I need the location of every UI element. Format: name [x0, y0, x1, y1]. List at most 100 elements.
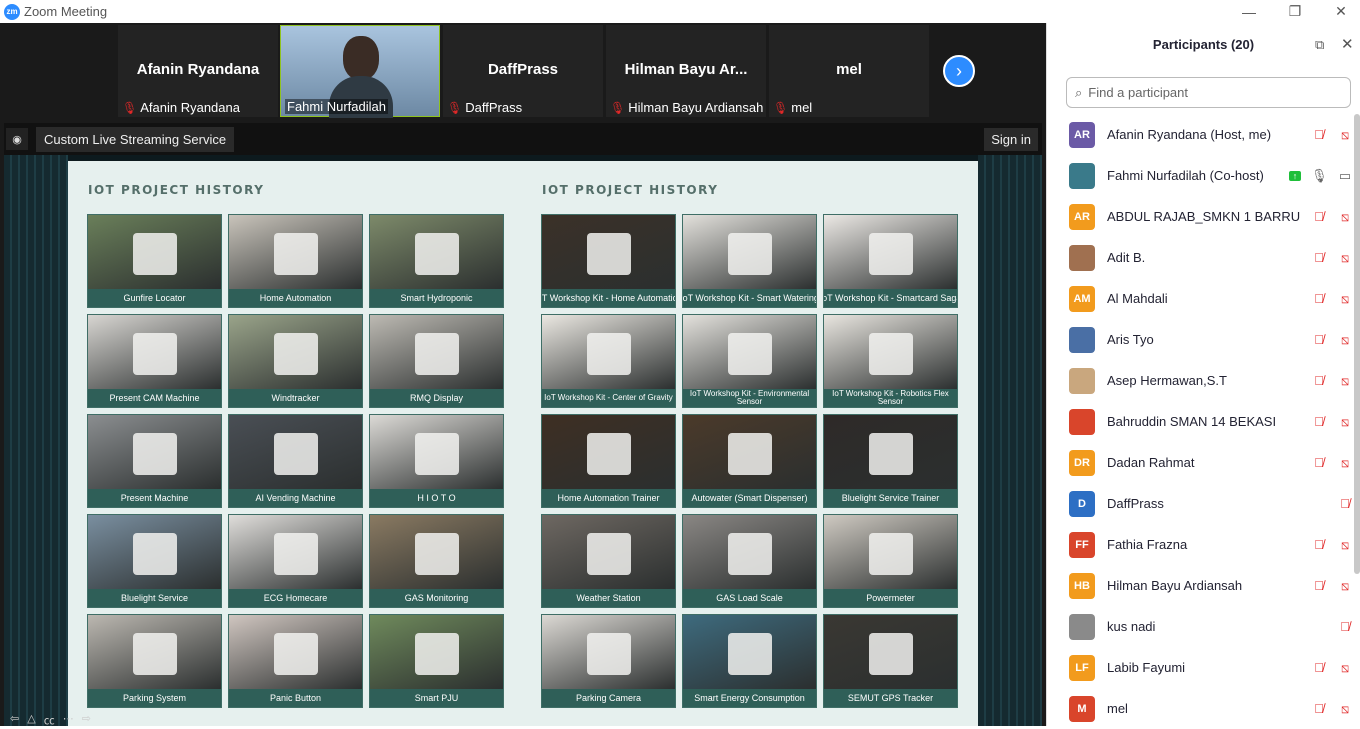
video-off-icon[interactable]: ⧅	[1337, 127, 1353, 143]
video-tile[interactable]: Hilman Bayu Ar... 🎙 Hilman Bayu Ardiansah	[606, 25, 766, 117]
sign-in-button[interactable]: Sign in	[984, 128, 1038, 151]
project-card: H I O T O	[369, 414, 504, 508]
video-off-icon[interactable]: ⧅	[1337, 332, 1353, 348]
participant-row[interactable]: DR Dadan Rahmat 🎙̸ ⧅	[1047, 442, 1353, 483]
muted-mic-icon[interactable]: 🎙̸	[1311, 291, 1327, 306]
participant-status: 🎙̸ ⧅	[1311, 701, 1353, 717]
video-off-icon[interactable]: ⧅	[1337, 537, 1353, 553]
more-icon[interactable]: ⋯	[63, 712, 74, 726]
muted-mic-icon[interactable]: 🎙̸	[1311, 250, 1327, 265]
project-caption: IoT Workshop Kit - Smartcard Saga	[824, 289, 957, 307]
scrollbar[interactable]	[1354, 114, 1360, 574]
participant-name: ABDUL RAJAB_SMKN 1 BARRU	[1107, 209, 1301, 224]
video-off-icon[interactable]: ⧅	[1337, 373, 1353, 389]
project-card: IoT Workshop Kit - Robotics Flex Sensor	[823, 314, 958, 408]
muted-mic-icon[interactable]: 🎙̸	[1311, 332, 1327, 347]
project-caption: Autowater (Smart Dispenser)	[683, 489, 816, 507]
video-off-icon[interactable]: ⧅	[1337, 250, 1353, 266]
participant-status: ↑ 🎙 ▭	[1289, 168, 1353, 184]
muted-mic-icon[interactable]: 🎙̸	[1311, 455, 1327, 470]
project-caption: H I O T O	[370, 489, 503, 507]
video-off-icon[interactable]: ⧅	[1337, 414, 1353, 430]
participant-row[interactable]: FF Fathia Frazna 🎙̸ ⧅	[1047, 524, 1353, 565]
participant-status: 🎙̸ ⧅	[1311, 660, 1353, 676]
device-shape	[133, 533, 177, 575]
video-off-icon[interactable]: ⧅	[1337, 660, 1353, 676]
restore-button[interactable]: ❐	[1272, 0, 1318, 23]
participant-row[interactable]: LF Labib Fayumi 🎙̸ ⧅	[1047, 647, 1353, 688]
participant-row[interactable]: Adit B. 🎙̸ ⧅	[1047, 237, 1353, 278]
video-off-icon[interactable]: ⧅	[1337, 578, 1353, 594]
participant-row[interactable]: D DaffPrass 🎙̸	[1047, 483, 1353, 524]
muted-mic-icon[interactable]: 🎙̸	[1311, 127, 1327, 142]
project-photo	[88, 215, 221, 289]
project-caption: Smart Energy Consumption	[683, 689, 816, 707]
participant-row[interactable]: HB Hilman Bayu Ardiansah 🎙̸ ⧅	[1047, 565, 1353, 606]
video-tile[interactable]: Fahmi Nurfadilah	[280, 25, 440, 118]
tile-label: 🎙 mel	[773, 100, 812, 115]
mic-icon[interactable]: 🎙	[1311, 168, 1328, 184]
video-feed-head	[343, 36, 379, 80]
video-icon[interactable]: ▭	[1337, 168, 1353, 184]
participant-row[interactable]: Aris Tyo 🎙̸ ⧅	[1047, 319, 1353, 360]
project-caption: Parking Camera	[542, 689, 675, 707]
device-shape	[869, 233, 913, 275]
project-card: RMQ Display	[369, 314, 504, 408]
video-tile[interactable]: Afanin Ryandana 🎙 Afanin Ryandana	[118, 25, 278, 117]
participant-row[interactable]: Asep Hermawan,S.T 🎙̸ ⧅	[1047, 360, 1353, 401]
device-shape	[587, 533, 631, 575]
muted-mic-icon[interactable]: 🎙̸	[1337, 496, 1353, 511]
project-caption: Present Machine	[88, 489, 221, 507]
device-shape	[415, 333, 459, 375]
muted-mic-icon[interactable]: 🎙̸	[1337, 619, 1353, 634]
project-photo	[542, 315, 675, 389]
video-tile[interactable]: mel 🎙 mel	[769, 25, 929, 117]
participant-name: Adit B.	[1107, 250, 1146, 265]
muted-mic-icon[interactable]: 🎙̸	[1311, 660, 1327, 675]
video-off-icon[interactable]: ⧅	[1337, 701, 1353, 717]
participant-row[interactable]: kus nadi 🎙̸	[1047, 606, 1353, 647]
project-card: Present CAM Machine	[87, 314, 222, 408]
project-photo	[542, 215, 675, 289]
participant-search[interactable]: ⌕	[1066, 77, 1351, 108]
tile-name: DaffPrass	[487, 61, 559, 78]
video-off-icon[interactable]: ⧅	[1337, 209, 1353, 225]
close-panel-icon[interactable]: ✕	[1341, 35, 1354, 53]
device-shape	[274, 433, 318, 475]
participant-row[interactable]: AR Afanin Ryandana (Host, me) 🎙̸ ⧅	[1047, 114, 1353, 155]
participant-status: 🎙̸ ⧅	[1311, 414, 1353, 430]
search-icon: ⌕	[1075, 84, 1083, 100]
video-off-icon[interactable]: ⧅	[1337, 291, 1353, 307]
device-shape	[133, 433, 177, 475]
annotate-icon[interactable]: △	[27, 712, 35, 726]
presentation-slide: IOT PROJECT HISTORY IOT PROJECT HISTORY …	[68, 161, 978, 726]
video-tile[interactable]: DaffPrass 🎙 DaffPrass	[443, 25, 603, 117]
popout-icon[interactable]: ⧉	[1315, 37, 1324, 53]
muted-mic-icon[interactable]: 🎙̸	[1311, 373, 1327, 388]
captions-icon[interactable]: ㏄	[44, 712, 55, 727]
project-card: Parking System	[87, 614, 222, 708]
project-photo	[824, 515, 957, 589]
muted-mic-icon[interactable]: 🎙̸	[1311, 414, 1327, 429]
search-input[interactable]	[1088, 85, 1329, 100]
project-card: Panic Button	[228, 614, 363, 708]
participant-row[interactable]: Bahruddin SMAN 14 BEKASI 🎙̸ ⧅	[1047, 401, 1353, 442]
muted-mic-icon[interactable]: 🎙̸	[1311, 209, 1327, 224]
tile-label-text: Afanin Ryandana	[140, 100, 240, 115]
participant-row[interactable]: AR ABDUL RAJAB_SMKN 1 BARRU 🎙̸ ⧅	[1047, 196, 1353, 237]
participant-row[interactable]: Mmel 🎙̸ ⧅	[1047, 688, 1353, 729]
back-icon[interactable]: ⇦	[10, 712, 19, 726]
muted-mic-icon[interactable]: 🎙̸	[1311, 578, 1327, 593]
participant-row[interactable]: AM Al Mahdali 🎙̸ ⧅	[1047, 278, 1353, 319]
minimize-button[interactable]: —	[1226, 0, 1272, 23]
forward-icon[interactable]: ⇨	[82, 712, 91, 726]
rss-icon[interactable]: ◉	[6, 128, 28, 150]
muted-mic-icon[interactable]: 🎙̸	[1311, 701, 1327, 716]
project-caption: IoT Workshop Kit - Environmental Sensor	[683, 389, 816, 407]
muted-mic-icon[interactable]: 🎙̸	[1311, 537, 1327, 552]
next-page-icon[interactable]: ›	[943, 55, 975, 87]
close-window-button[interactable]: ✕	[1318, 0, 1360, 23]
device-shape	[274, 233, 318, 275]
participant-row[interactable]: Fahmi Nurfadilah (Co-host) ↑ 🎙 ▭	[1047, 155, 1353, 196]
video-off-icon[interactable]: ⧅	[1337, 455, 1353, 471]
